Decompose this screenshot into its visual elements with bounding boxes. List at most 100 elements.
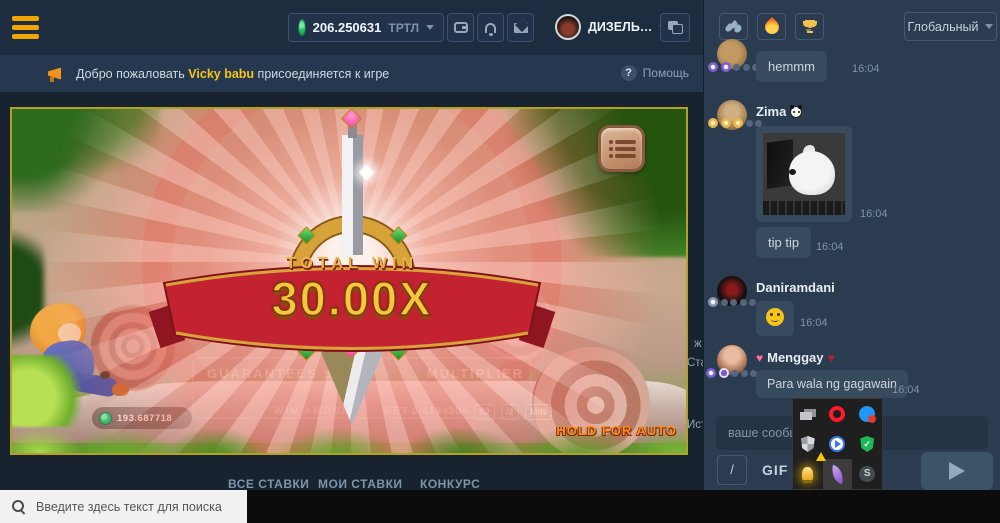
username-label: ДИЗЕЛЬ… <box>588 20 652 34</box>
dog-nose <box>789 169 796 175</box>
bush-corner <box>10 355 82 427</box>
trophy-icon <box>803 20 817 33</box>
badge-dot <box>741 370 748 377</box>
message-time: 16:04 <box>800 317 828 329</box>
channel-label: Глобальный <box>908 20 979 34</box>
wallet-icon <box>454 22 468 33</box>
rain-button[interactable] <box>719 13 748 40</box>
wallet-button[interactable] <box>447 13 474 42</box>
antivirus-shield-icon: ✓ <box>860 436 875 452</box>
tray-displays-icon[interactable] <box>793 399 823 429</box>
balance-dropdown[interactable]: 206.250631 ТРТЛ <box>288 13 444 42</box>
badge-dot <box>733 64 740 71</box>
welcome-message: Добро пожаловать Vicky babu присоединяет… <box>76 67 389 81</box>
bell-icon <box>485 23 496 33</box>
user-menu[interactable]: ДИЗЕЛЬ… <box>555 11 667 43</box>
hold-for-auto-label[interactable]: HOLD FOR AUTO <box>532 423 677 438</box>
user-badges <box>708 297 756 307</box>
tray-antivirus-icon[interactable]: ✓ <box>852 429 882 459</box>
chat-message: Para wala ng gagawain <box>756 370 908 398</box>
badge-dot <box>731 370 738 377</box>
tray-opera-icon[interactable] <box>823 399 853 429</box>
blue-circle-app-icon <box>859 406 875 422</box>
currency-label: ТРТЛ <box>388 21 419 35</box>
gif-button[interactable]: GIF <box>762 462 788 478</box>
chat-author[interactable]: Daniramdani <box>756 280 835 295</box>
tray-defender-icon[interactable] <box>793 429 823 459</box>
channel-dropdown[interactable]: Глобальный <box>904 12 997 41</box>
fireball-button[interactable] <box>757 13 786 40</box>
heart-icon: ♥ <box>756 352 763 364</box>
kiss-icon: ♥ <box>827 352 834 364</box>
tray-feather-icon-selected[interactable] <box>823 459 853 489</box>
displays-icon <box>800 409 816 420</box>
balance-value: 206.250631 <box>313 20 382 35</box>
help-label: Помощь <box>643 66 689 80</box>
badge-icon <box>721 62 731 72</box>
badge-icon <box>721 118 731 128</box>
media-player-icon <box>829 436 845 452</box>
tray-media-player-icon[interactable] <box>823 429 853 459</box>
slash-command-button[interactable]: / <box>717 455 747 485</box>
welcome-username[interactable]: Vicky babu <box>188 67 254 81</box>
hamburger-menu-icon[interactable] <box>12 16 39 39</box>
panda-emoji <box>790 106 802 118</box>
chat-message: hemmm <box>756 51 827 82</box>
badge-icon <box>706 368 716 378</box>
badge-icon <box>708 118 718 128</box>
badge-icon <box>708 62 718 72</box>
message-time: 16:04 <box>852 63 880 75</box>
chevron-down-icon <box>985 24 993 33</box>
search-icon <box>12 500 26 514</box>
slot-game-frame: GUARANTEES S MULTIPLIER WIN AMOUNT BET 0… <box>10 107 688 455</box>
windows-taskbar: 74 Y Я РУС 16:04 30.08.2020 <box>0 490 1000 523</box>
chat-toggle-button[interactable] <box>660 13 690 42</box>
send-icon <box>949 462 965 480</box>
badge-dot <box>749 299 756 306</box>
coin-icon <box>298 19 306 36</box>
badge-dot <box>743 64 750 71</box>
send-message-button[interactable] <box>921 452 993 490</box>
smiley-emoji <box>766 308 784 326</box>
badge-dot <box>730 299 737 306</box>
tray-blue-app-icon[interactable] <box>852 399 882 429</box>
gold-lamp-icon <box>802 467 813 481</box>
badge-dot <box>721 299 728 306</box>
chevron-down-icon <box>426 25 434 34</box>
notifications-button[interactable] <box>477 13 504 42</box>
dog-body <box>789 151 835 195</box>
tab-contest[interactable]: КОНКУРС <box>420 477 480 491</box>
chat-image-message[interactable] <box>756 126 852 222</box>
help-button[interactable]: ? Помощь <box>621 65 689 81</box>
trophy-button[interactable] <box>795 13 824 40</box>
top-header: 206.250631 ТРТЛ ДИЗЕЛЬ… <box>0 0 703 55</box>
chat-message: tip tip <box>756 227 811 258</box>
messages-button[interactable] <box>507 13 534 42</box>
user-avatar <box>555 14 581 40</box>
tray-overflow-popup: ✓ S <box>792 398 883 490</box>
chat-author[interactable]: ♥ Menggay ♥ <box>756 350 835 365</box>
fireball-icon <box>762 17 782 37</box>
tray-skype-icon[interactable]: S <box>852 459 882 489</box>
message-time: 16:04 <box>816 241 844 253</box>
edge-label-1: ж <box>694 338 702 350</box>
search-input[interactable] <box>26 500 247 514</box>
sword-blade <box>342 135 363 255</box>
tab-all-bets[interactable]: ВСЕ СТАВКИ <box>228 477 309 491</box>
purple-feather-icon <box>829 464 845 483</box>
badge-dot <box>746 120 753 127</box>
tab-my-bets[interactable]: МОИ СТАВКИ <box>318 477 403 491</box>
taskbar-search[interactable] <box>0 490 247 523</box>
skype-icon: S <box>859 466 875 482</box>
notification-bar: Добро пожаловать Vicky babu присоединяет… <box>0 55 703 92</box>
badge-icon <box>719 368 729 378</box>
keyboard-shape <box>763 201 845 215</box>
megaphone-icon <box>48 67 64 81</box>
chat-bubbles-icon <box>668 21 683 34</box>
question-icon: ? <box>621 65 637 81</box>
chat-author[interactable]: Zima <box>756 104 802 119</box>
tray-gold-lamp-icon[interactable] <box>793 459 823 489</box>
game-menu-button[interactable] <box>598 125 645 172</box>
envelope-icon <box>514 23 528 33</box>
badge-dot <box>740 299 747 306</box>
